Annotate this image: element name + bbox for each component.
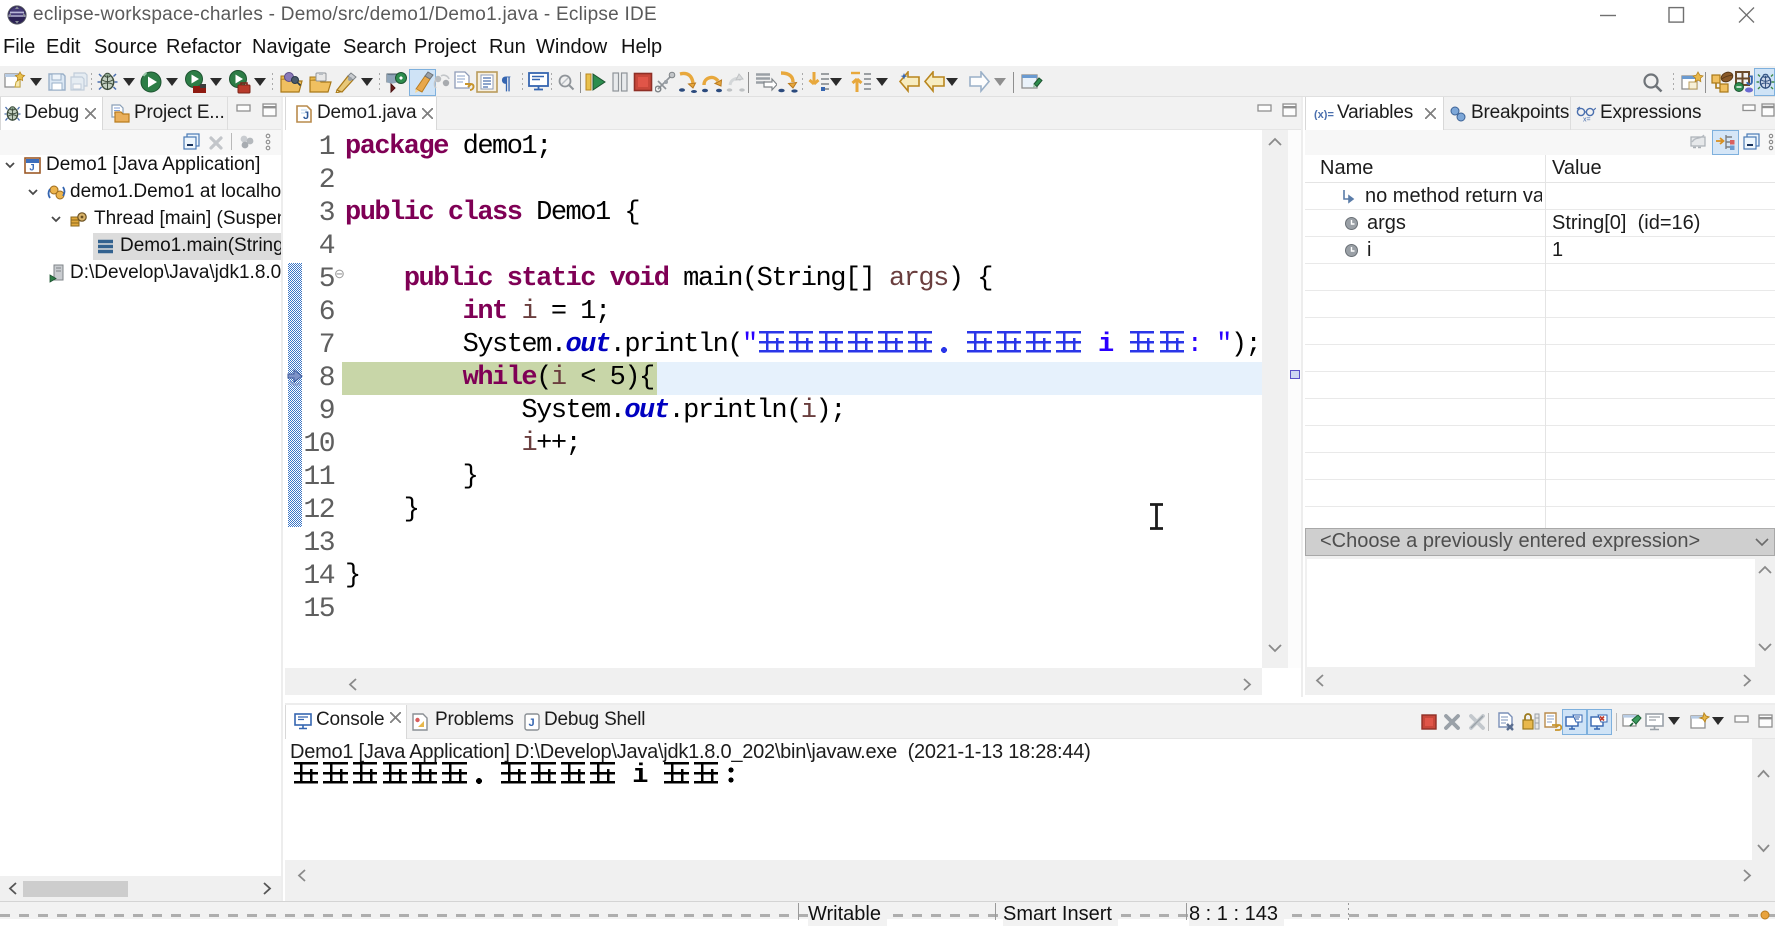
svg-text:J: J: [29, 164, 35, 175]
svg-text:x=: x=: [1583, 117, 1591, 123]
svg-text:(x)=: (x)=: [1314, 109, 1334, 120]
svg-text:¶: ¶: [501, 73, 511, 92]
svg-text:J: J: [529, 717, 535, 729]
svg-text:J: J: [1746, 72, 1754, 88]
svg-text:J: J: [303, 110, 309, 122]
